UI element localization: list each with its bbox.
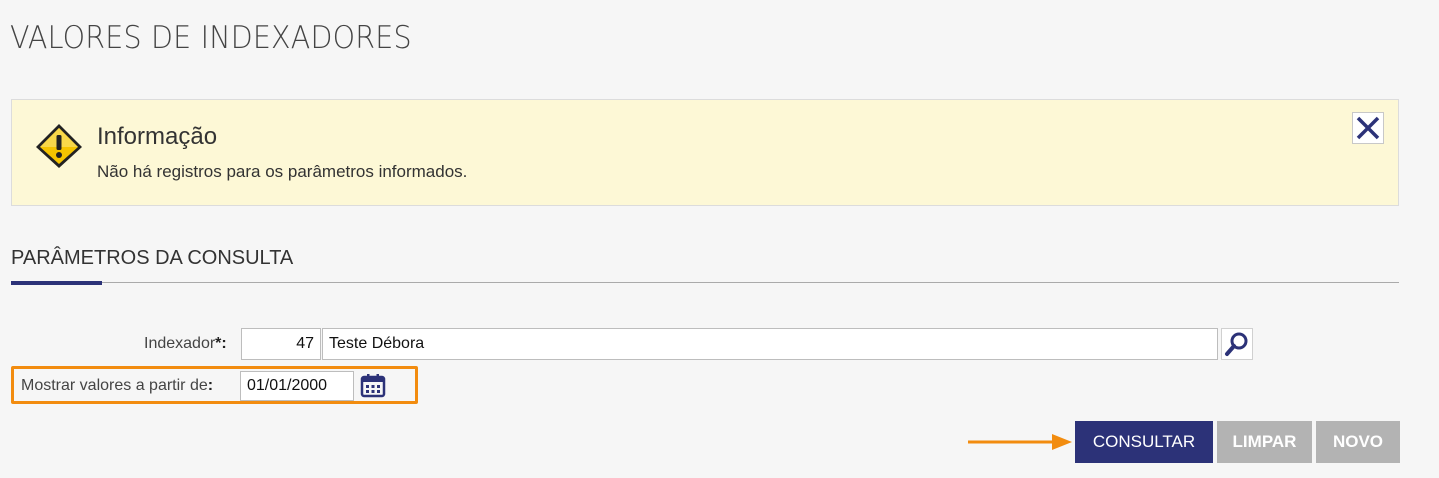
info-message: Não há registros para os parâmetros info… bbox=[97, 162, 468, 181]
warning-icon bbox=[36, 124, 82, 168]
page-title: VALORES DE INDEXADORES bbox=[10, 20, 412, 56]
section-divider bbox=[11, 282, 1399, 283]
close-alert-button[interactable] bbox=[1352, 112, 1384, 144]
consultar-button[interactable]: CONSULTAR bbox=[1075, 421, 1213, 463]
indexador-name-input[interactable]: Teste Débora bbox=[322, 328, 1218, 360]
required-mark: *: bbox=[215, 335, 227, 352]
search-button[interactable] bbox=[1221, 328, 1253, 360]
close-icon bbox=[1356, 116, 1380, 140]
search-icon bbox=[1225, 332, 1248, 356]
info-title: Informação bbox=[97, 123, 218, 150]
info-alert: Informação Não há registros para os parâ… bbox=[11, 99, 1399, 206]
limpar-button[interactable]: LIMPAR bbox=[1217, 421, 1312, 463]
indexador-label: Indexador*: bbox=[144, 335, 227, 353]
highlight-annotation-box bbox=[11, 366, 418, 404]
section-title: PARÂMETROS DA CONSULTA bbox=[11, 247, 294, 269]
indexador-label-text: Indexador bbox=[144, 335, 216, 352]
arrow-annotation-icon bbox=[968, 434, 1072, 450]
section-accent-bar bbox=[11, 281, 102, 285]
indexador-code-input[interactable]: 47 bbox=[241, 328, 321, 360]
novo-button[interactable]: NOVO bbox=[1316, 421, 1400, 463]
